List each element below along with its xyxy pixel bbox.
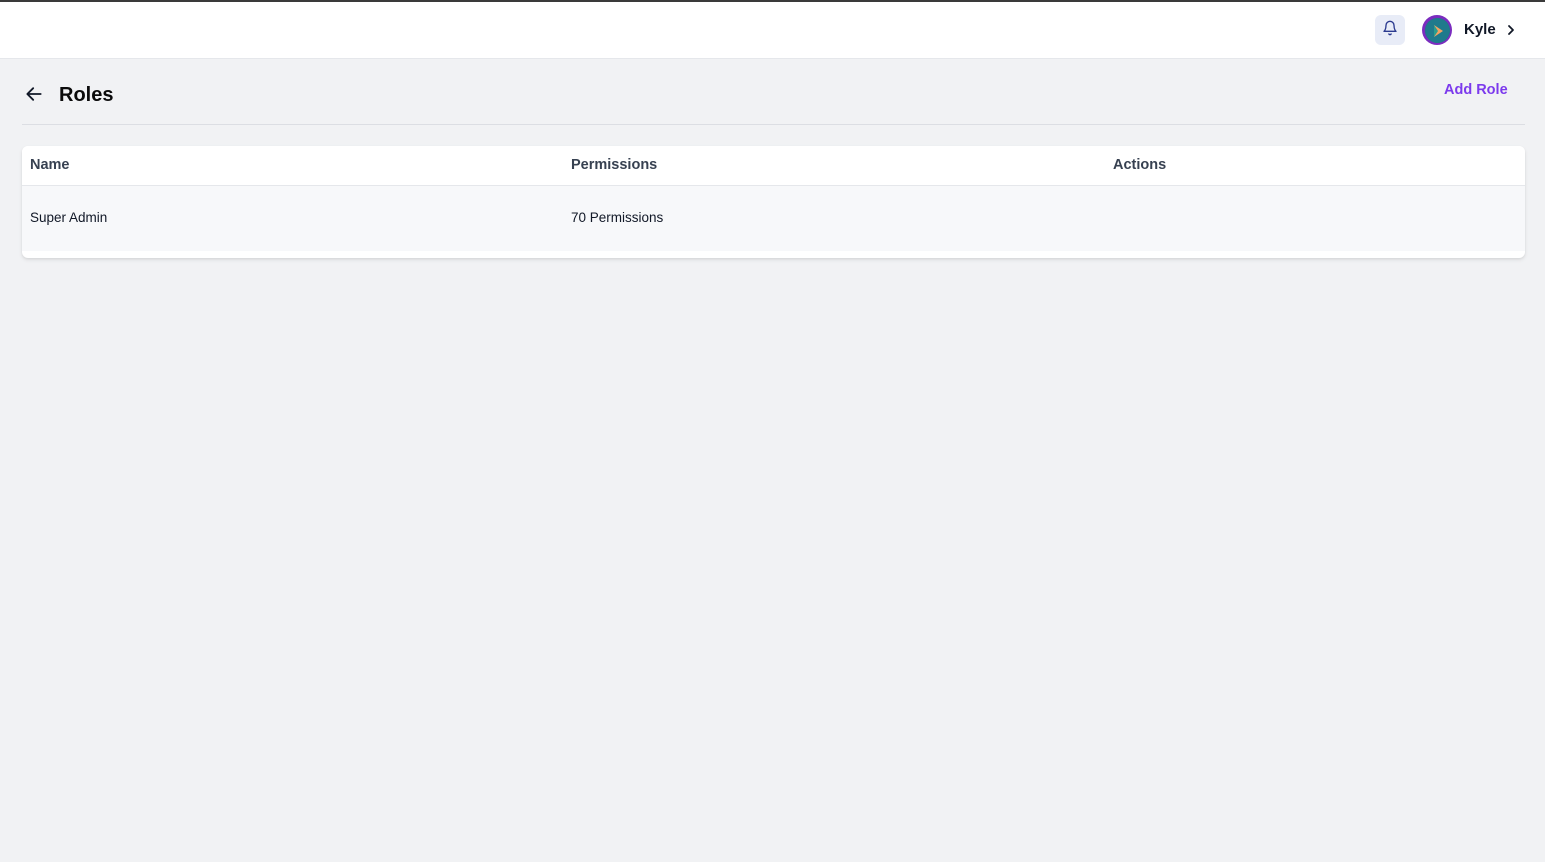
table-header: Name Permissions Actions [22, 146, 1525, 186]
column-header-actions: Actions [1113, 157, 1167, 173]
top-header: Kyle [0, 2, 1545, 59]
page-title: Roles [59, 84, 114, 106]
arrow-left-icon [24, 84, 44, 109]
chevron-right-icon[interactable] [1504, 22, 1518, 38]
table-row[interactable]: Super Admin 70 Permissions [22, 186, 1525, 251]
column-header-permissions: Permissions [571, 157, 658, 173]
avatar[interactable] [1422, 15, 1452, 45]
add-role-button[interactable]: Add Role [1444, 82, 1508, 98]
column-header-name: Name [30, 157, 70, 173]
role-name-cell: Super Admin [30, 210, 108, 225]
back-button[interactable] [22, 84, 46, 108]
notifications-button[interactable] [1375, 15, 1405, 45]
user-name[interactable]: Kyle [1464, 21, 1496, 38]
avatar-image [1424, 17, 1450, 43]
divider [22, 124, 1525, 125]
bell-icon [1382, 20, 1398, 41]
roles-table: Name Permissions Actions Super Admin 70 … [22, 146, 1525, 258]
role-permissions-cell: 70 Permissions [571, 210, 664, 225]
